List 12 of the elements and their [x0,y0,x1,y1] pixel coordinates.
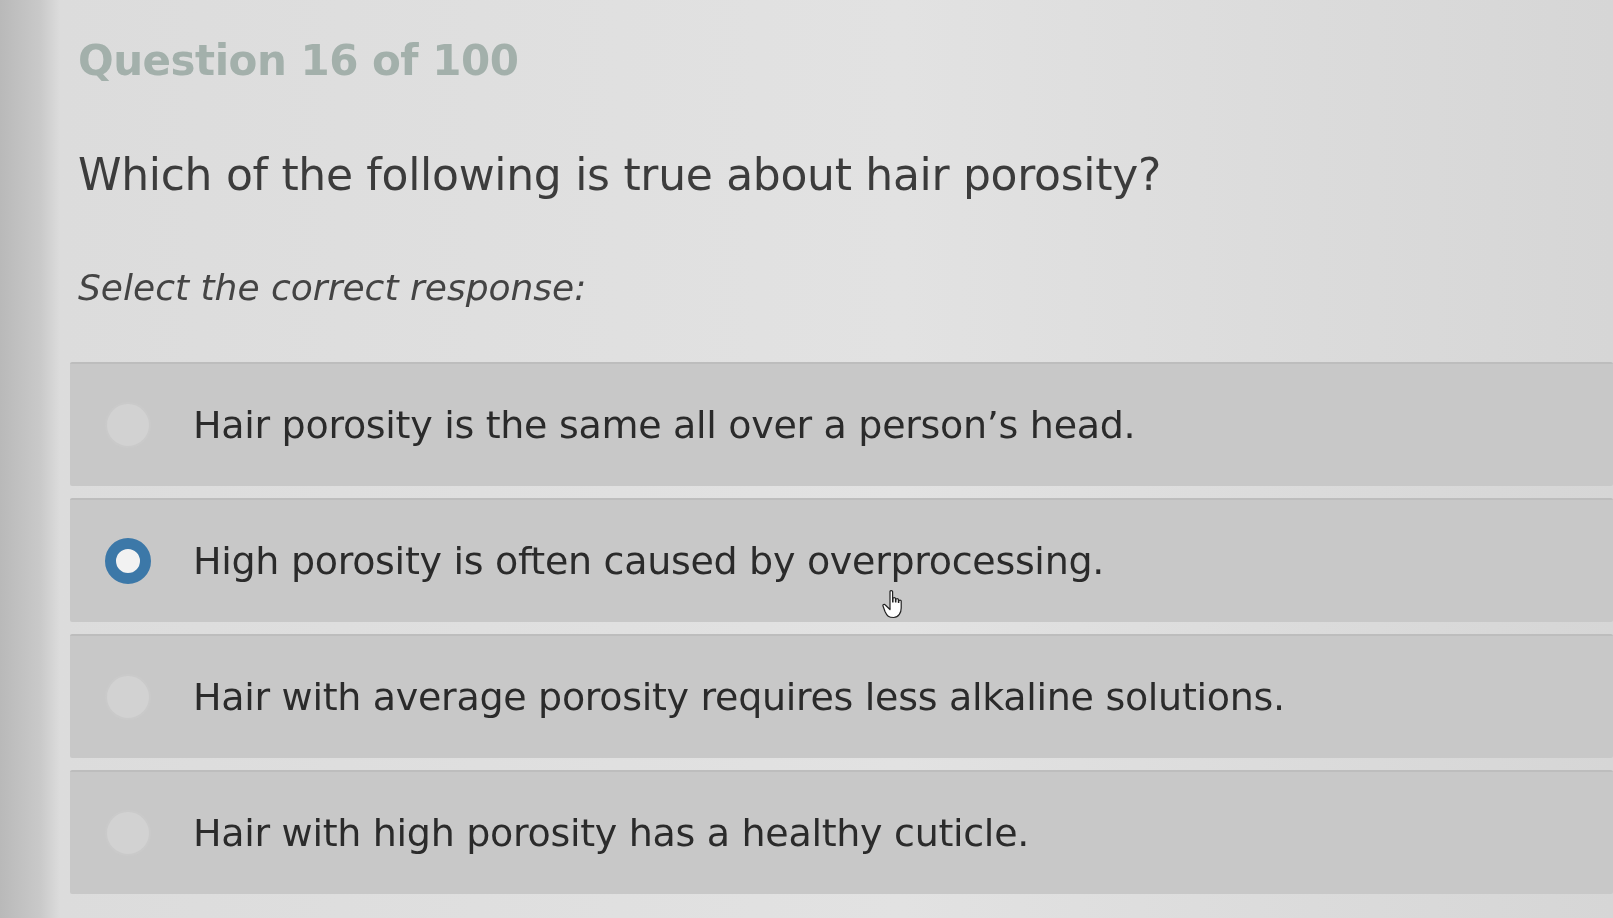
answer-option[interactable]: Hair with high porosity has a healthy cuticle. [70,770,1613,895]
option-text: Hair porosity is the same all over a person’s head. [193,401,1136,449]
option-text: Hair with average porosity requires less alkaline solutions. [193,673,1285,721]
answer-option[interactable]: High porosity is often caused by overprocessing. [70,498,1613,623]
answer-option[interactable]: Hair porosity is the same all over a person’s head. [70,362,1613,487]
question-text: Which of the following is true about hair porosity? [78,149,1161,203]
question-counter: Question 16 of 100 [78,36,519,87]
radio-button[interactable] [105,538,151,585]
instruction-text: Select the correct response: [78,266,587,310]
option-text: Hair with high porosity has a healthy cuticle. [193,809,1029,857]
answer-option[interactable]: Hair with average porosity requires less alkaline solutions. [70,634,1613,759]
option-text: High porosity is often caused by overprocessing. [193,537,1104,585]
